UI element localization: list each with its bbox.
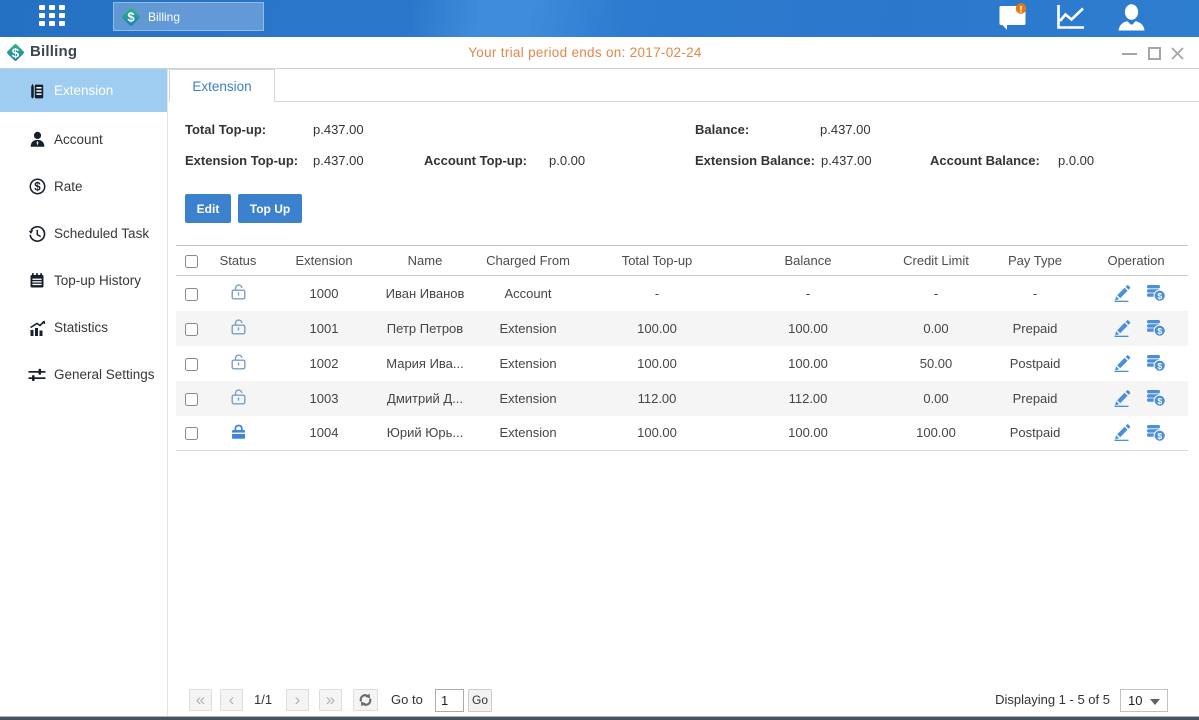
svg-text:$: $ — [1157, 431, 1162, 441]
svg-text:$: $ — [1157, 396, 1162, 406]
svg-text:$: $ — [34, 182, 41, 194]
svg-text:$: $ — [1157, 291, 1162, 301]
svg-text:$: $ — [127, 9, 135, 24]
svg-text:$: $ — [1157, 326, 1162, 336]
svg-text:$: $ — [1157, 361, 1162, 371]
svg-text:!: ! — [1019, 4, 1022, 15]
